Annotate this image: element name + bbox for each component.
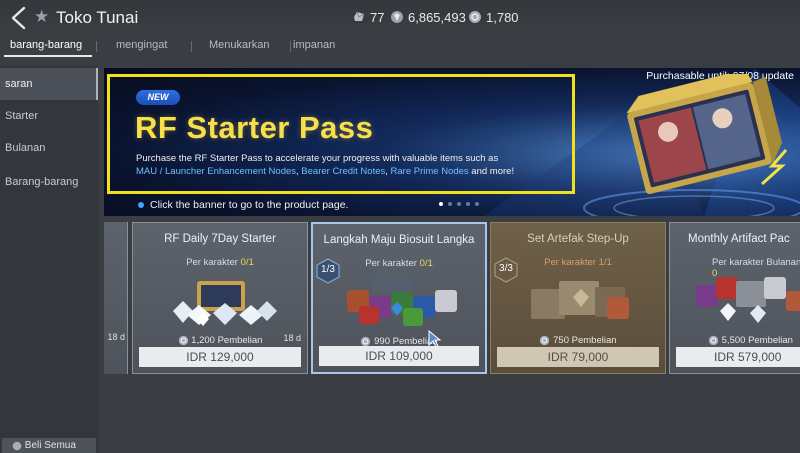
tab-active-underline bbox=[4, 55, 92, 57]
sidebar: saran Starter Bulanan Barang-barang bbox=[0, 66, 98, 316]
card-title: Langkah Maju Biosuit Langka bbox=[323, 234, 475, 246]
coin-icon bbox=[469, 11, 481, 23]
price-button[interactable]: IDR 579,000 bbox=[676, 347, 800, 367]
tab-menukarkan[interactable]: Menukarkan bbox=[209, 39, 270, 51]
card-bonus: 750 Pembelian bbox=[491, 335, 665, 346]
price-button[interactable]: IDR 109,000 bbox=[319, 346, 479, 366]
pager-dot[interactable] bbox=[475, 202, 479, 206]
pager-dot[interactable] bbox=[439, 202, 443, 206]
currency-crystal: 77 bbox=[352, 8, 384, 26]
limit-count: 0/1 bbox=[240, 257, 254, 268]
crystal-icon bbox=[354, 11, 365, 21]
card-purchase-limit: Per karakter 1/1 bbox=[491, 257, 665, 268]
bonus-value: 5,500 bbox=[721, 335, 746, 346]
pager-dot[interactable] bbox=[448, 202, 452, 206]
gem-icon bbox=[391, 11, 403, 23]
sidebar-item-label: saran bbox=[5, 78, 33, 90]
sidebar-item-label: Starter bbox=[5, 110, 39, 122]
product-card-partial[interactable]: 18 d bbox=[104, 222, 128, 374]
currency-coin: 1,780 bbox=[468, 8, 519, 26]
starter-pass-card-icon bbox=[626, 74, 788, 195]
sidebar-item-starter[interactable]: Starter bbox=[0, 100, 98, 132]
product-card-monthly-artifact[interactable]: Monthly Artifact Pac Per karakter Bulana… bbox=[669, 222, 800, 374]
bonus-label: Pembelian bbox=[748, 335, 793, 346]
coin-icon bbox=[540, 335, 550, 346]
star-icon[interactable]: ★ bbox=[34, 7, 49, 27]
limit-count: 0/1 bbox=[419, 258, 433, 269]
tab-divider bbox=[290, 41, 291, 52]
limit-label: Per karakter Bulanan bbox=[712, 257, 800, 268]
top-bar: ★ Toko Tunai 77 6,865,493 1,780 bbox=[0, 0, 800, 36]
price-button[interactable]: IDR 79,000 bbox=[497, 347, 659, 367]
product-cards-row: 18 d RF Daily 7Day Starter Per karakter … bbox=[104, 220, 800, 376]
bonus-label: Pembelian bbox=[217, 335, 263, 346]
limit-label: Per karakter bbox=[544, 257, 596, 268]
coin-icon bbox=[12, 441, 22, 450]
sidebar-item-saran[interactable]: saran bbox=[0, 68, 98, 100]
tab-bar: barang-barang mengingat Menukarkan impan… bbox=[0, 36, 800, 58]
banner-desc-end: and more! bbox=[468, 166, 515, 177]
banner-pager[interactable] bbox=[439, 202, 479, 206]
monthly-artifact-items-icon bbox=[696, 277, 800, 323]
card-purchase-limit: Per karakter 0/1 bbox=[133, 257, 307, 268]
banner-desc-text: Purchase the RF Starter Pass to accelera… bbox=[136, 153, 499, 164]
diamond-pile-icon bbox=[173, 281, 277, 326]
sidebar-item-label: Barang-barang bbox=[5, 176, 79, 188]
card-title: Set Artefak Step-Up bbox=[527, 233, 629, 245]
banner-hint-text: Click the banner to go to the product pa… bbox=[150, 199, 349, 211]
currency-coin-value: 1,780 bbox=[486, 9, 519, 25]
banner-desc-highlight: Bearer Credit Notes bbox=[301, 166, 386, 177]
card-bonus: 1,200 Pembelian bbox=[133, 335, 307, 346]
biosuit-items-icon bbox=[347, 276, 457, 326]
days-remaining: 18 d bbox=[283, 333, 301, 343]
card-title: Monthly Artifact Pac bbox=[688, 233, 790, 245]
product-card-rf-daily[interactable]: RF Daily 7Day Starter Per karakter 0/1 1… bbox=[132, 222, 308, 374]
info-dot-icon bbox=[138, 202, 144, 208]
tab-mengingat[interactable]: mengingat bbox=[116, 39, 167, 51]
currency-gem-value: 6,865,493 bbox=[408, 9, 466, 25]
limit-label: Per karakter bbox=[365, 258, 417, 269]
buy-all-label: Beli Semua bbox=[24, 440, 76, 451]
product-card-biosuit[interactable]: Langkah Maju Biosuit Langka 1/3 Per kara… bbox=[311, 222, 487, 374]
banner-desc-highlight: MAU / Launcher Enhancement Nodes bbox=[136, 166, 297, 177]
tab-divider bbox=[96, 41, 97, 52]
page-title: Toko Tunai bbox=[56, 8, 139, 27]
banner-description: Purchase the RF Starter Pass to accelera… bbox=[136, 152, 566, 178]
buy-all-button[interactable]: Beli Semua bbox=[2, 438, 96, 453]
mouse-cursor-icon bbox=[428, 330, 442, 348]
coin-icon bbox=[708, 335, 719, 346]
card-bonus: 5,500 Pembelian bbox=[670, 335, 800, 346]
currency-gem: 6,865,493 bbox=[390, 8, 466, 26]
back-arrow-icon[interactable] bbox=[8, 6, 32, 30]
banner-title: RF Starter Pass bbox=[135, 110, 374, 145]
card-title: RF Daily 7Day Starter bbox=[164, 233, 276, 245]
new-badge: NEW bbox=[136, 90, 180, 105]
limit-count: 1/1 bbox=[598, 257, 612, 268]
days-remaining: 18 d bbox=[107, 332, 125, 342]
bonus-value: 750 bbox=[553, 335, 569, 346]
banner-hint[interactable]: Click the banner to go to the product pa… bbox=[138, 199, 348, 211]
tab-divider bbox=[191, 41, 192, 52]
currency-crystal-value: 77 bbox=[370, 9, 385, 25]
pager-dot[interactable] bbox=[466, 202, 470, 206]
tab-barang-barang[interactable]: barang-barang bbox=[10, 39, 82, 51]
banner-desc-highlight: Rare Prime Nodes bbox=[390, 166, 469, 177]
price-button[interactable]: IDR 129,000 bbox=[139, 347, 301, 367]
product-card-artefak-stepup[interactable]: Set Artefak Step-Up 3/3 Per karakter 1/1… bbox=[490, 222, 666, 374]
bonus-value: 1,200 bbox=[191, 335, 215, 346]
limit-label: Per karakter bbox=[186, 257, 238, 268]
sidebar-item-label: Bulanan bbox=[5, 142, 46, 154]
card-purchase-limit: Per karakter 0/1 bbox=[313, 258, 485, 269]
artifact-crates-icon bbox=[531, 281, 629, 319]
sidebar-item-barang-barang[interactable]: Barang-barang bbox=[0, 166, 98, 198]
tab-simpanan[interactable]: impanan bbox=[293, 39, 335, 51]
pager-dot[interactable] bbox=[457, 202, 461, 206]
sidebar-item-bulanan[interactable]: Bulanan bbox=[0, 132, 98, 164]
coin-icon bbox=[178, 335, 188, 346]
bonus-label: Pembelian bbox=[571, 335, 617, 346]
